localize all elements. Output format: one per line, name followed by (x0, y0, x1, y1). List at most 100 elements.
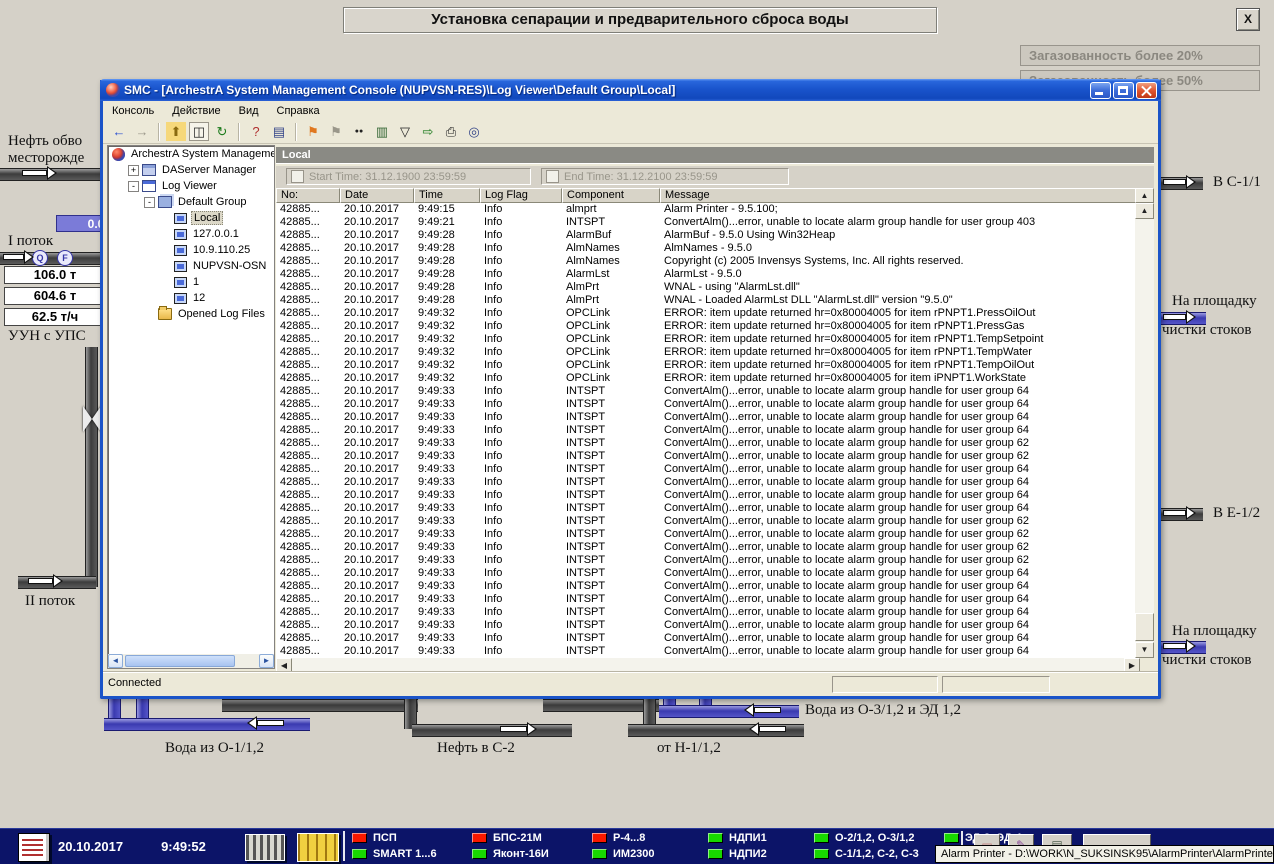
filter-icon[interactable]: ▽ (395, 122, 415, 141)
log-row[interactable]: 42885...20.10.20179:49:33InfoINTSPTConve… (276, 463, 1140, 476)
log-row[interactable]: 42885...20.10.20179:49:33InfoINTSPTConve… (276, 502, 1140, 515)
tree-item[interactable]: 127.0.0.1 (108, 226, 274, 242)
find-icon[interactable]: ●● (349, 122, 369, 141)
log-row[interactable]: 42885...20.10.20179:49:33InfoINTSPTConve… (276, 476, 1140, 489)
tree-item[interactable]: NUPVSN-OSN (108, 258, 274, 274)
menu-item[interactable]: Вид (230, 103, 268, 119)
log-row[interactable]: 42885...20.10.20179:49:33InfoINTSPTConve… (276, 515, 1140, 528)
scroll-down-icon[interactable]: ▼ (1135, 642, 1154, 658)
log-row[interactable]: 42885...20.10.20179:49:33InfoINTSPTConve… (276, 450, 1140, 463)
close-button[interactable] (1136, 82, 1157, 99)
tree-item[interactable]: -Default Group (108, 194, 274, 210)
log-row[interactable]: 42885...20.10.20179:49:33InfoINTSPTConve… (276, 385, 1140, 398)
tree-horizontal-scrollbar[interactable]: ◄ ► (108, 654, 274, 668)
log-row[interactable]: 42885...20.10.20179:49:33InfoINTSPTConve… (276, 541, 1140, 554)
log-row[interactable]: 42885...20.10.20179:49:33InfoINTSPTConve… (276, 580, 1140, 593)
log-row[interactable]: 42885...20.10.20179:49:33InfoINTSPTConve… (276, 437, 1140, 450)
expand-icon[interactable]: + (128, 165, 139, 176)
column-header[interactable]: Component (562, 188, 660, 203)
up-level-icon[interactable]: ⬆ (166, 122, 186, 141)
tree-item[interactable]: 10.9.110.25 (108, 242, 274, 258)
tree-item[interactable]: ArchestrA System Managemen (108, 146, 274, 162)
log-row[interactable]: 42885...20.10.20179:49:33InfoINTSPTConve… (276, 567, 1140, 580)
column-header[interactable]: Log Flag (480, 188, 562, 203)
log-row[interactable]: 42885...20.10.20179:49:28InfoAlarmBufAla… (276, 229, 1140, 242)
maximize-button[interactable] (1113, 82, 1134, 99)
help-window-icon[interactable]: ? (246, 122, 266, 141)
start-time-checkbox[interactable] (291, 170, 304, 183)
log-row[interactable]: 42885...20.10.20179:49:32InfoOPCLinkERRO… (276, 320, 1140, 333)
log-row[interactable]: 42885...20.10.20179:49:28InfoAlmPrtWNAL … (276, 294, 1140, 307)
sort-top-icon[interactable]: ▲ (1135, 188, 1154, 203)
unmark-flag-icon[interactable]: ⚑ (326, 122, 346, 141)
smc-titlebar[interactable]: SMC - [ArchestrA System Management Conso… (100, 79, 1161, 101)
log-row[interactable]: 42885...20.10.20179:49:33InfoINTSPTConve… (276, 489, 1140, 502)
log-row[interactable]: 42885...20.10.20179:49:32InfoOPCLinkERRO… (276, 346, 1140, 359)
log-row[interactable]: 42885...20.10.20179:49:28InfoAlarmLstAla… (276, 268, 1140, 281)
log-row[interactable]: 42885...20.10.20179:49:15InfoalmprtAlarm… (276, 203, 1140, 216)
collapse-icon[interactable]: - (144, 197, 155, 208)
log-horizontal-scrollbar[interactable]: ◀ ▶ (276, 658, 1140, 672)
scroll-up-icon[interactable]: ▲ (1135, 203, 1154, 219)
tree-item[interactable]: Opened Log Files (108, 306, 274, 322)
panes-icon[interactable]: ▤ (269, 122, 289, 141)
menu-item[interactable]: Консоль (103, 103, 163, 119)
log-row[interactable]: 42885...20.10.20179:49:33InfoINTSPTConve… (276, 619, 1140, 632)
bars-panel-icon[interactable] (245, 834, 285, 861)
column-header[interactable]: Time (414, 188, 480, 203)
log-row[interactable]: 42885...20.10.20179:49:32InfoOPCLinkERRO… (276, 307, 1140, 320)
scroll-right-icon[interactable]: ► (259, 654, 274, 668)
scroll-thumb[interactable] (1135, 613, 1154, 641)
tree-item[interactable]: 1 (108, 274, 274, 290)
back-icon[interactable]: ← (109, 122, 129, 141)
end-time-checkbox[interactable] (546, 170, 559, 183)
log-row[interactable]: 42885...20.10.20179:49:33InfoINTSPTConve… (276, 554, 1140, 567)
tree-item[interactable]: -Log Viewer (108, 178, 274, 194)
log-row[interactable]: 42885...20.10.20179:49:28InfoAlmPrtWNAL … (276, 281, 1140, 294)
forward-icon[interactable]: → (132, 122, 152, 141)
cabinet-panel-icon[interactable] (297, 833, 339, 862)
log-row[interactable]: 42885...20.10.20179:49:32InfoOPCLinkERRO… (276, 359, 1140, 372)
tree-item[interactable]: Local (108, 210, 274, 226)
messages-icon[interactable]: ▥ (372, 122, 392, 141)
log-row[interactable]: 42885...20.10.20179:49:33InfoINTSPTConve… (276, 632, 1140, 645)
column-header[interactable]: Message (660, 188, 1140, 203)
end-time-filter[interactable]: End Time: 31.12.2100 23:59:59 (541, 168, 789, 185)
log-row[interactable]: 42885...20.10.20179:49:33InfoINTSPTConve… (276, 593, 1140, 606)
log-row[interactable]: 42885...20.10.20179:49:28InfoAlmNamesCop… (276, 255, 1140, 268)
mark-flag-icon[interactable]: ⚑ (303, 122, 323, 141)
tree-item[interactable]: 12 (108, 290, 274, 306)
log-row[interactable]: 42885...20.10.20179:49:33InfoINTSPTConve… (276, 528, 1140, 541)
log-row[interactable]: 42885...20.10.20179:49:32InfoOPCLinkERRO… (276, 372, 1140, 385)
log-row[interactable]: 42885...20.10.20179:49:28InfoAlmNamesAlm… (276, 242, 1140, 255)
menu-item[interactable]: Справка (268, 103, 329, 119)
menu-item[interactable]: Действие (163, 103, 229, 119)
report-printer-icon[interactable] (18, 833, 50, 862)
print-icon[interactable]: ⎙ (441, 122, 461, 141)
log-vertical-scrollbar[interactable]: ▲ ▲ ▼ (1135, 203, 1154, 658)
scroll-left-icon[interactable]: ◄ (108, 654, 123, 668)
scroll-left-icon[interactable]: ◀ (276, 658, 292, 672)
tree-item[interactable]: +DAServer Manager (108, 162, 274, 178)
log-row[interactable]: 42885...20.10.20179:49:32InfoOPCLinkERRO… (276, 333, 1140, 346)
show-tree-icon[interactable]: ◫ (189, 122, 209, 141)
log-row[interactable]: 42885...20.10.20179:49:33InfoINTSPTConve… (276, 398, 1140, 411)
refresh-icon[interactable]: ↻ (212, 122, 232, 141)
log-row[interactable]: 42885...20.10.20179:49:33InfoINTSPTConve… (276, 645, 1140, 658)
log-cell: 9:49:33 (414, 411, 480, 424)
minimize-button[interactable] (1090, 82, 1111, 99)
scroll-right-icon[interactable]: ▶ (1124, 658, 1140, 672)
column-header[interactable]: Date (340, 188, 414, 203)
preview-icon[interactable]: ◎ (464, 122, 484, 141)
scada-close-button[interactable]: X (1236, 8, 1260, 31)
column-header[interactable]: No: (276, 188, 340, 203)
log-row[interactable]: 42885...20.10.20179:49:33InfoINTSPTConve… (276, 606, 1140, 619)
export-icon[interactable]: ⇨ (418, 122, 438, 141)
collapse-icon[interactable]: - (128, 181, 139, 192)
valve-icon[interactable] (83, 406, 101, 432)
log-row[interactable]: 42885...20.10.20179:49:21InfoINTSPTConve… (276, 216, 1140, 229)
log-row[interactable]: 42885...20.10.20179:49:33InfoINTSPTConve… (276, 424, 1140, 437)
scroll-thumb[interactable] (125, 655, 235, 667)
log-row[interactable]: 42885...20.10.20179:49:33InfoINTSPTConve… (276, 411, 1140, 424)
start-time-filter[interactable]: Start Time: 31.12.1900 23:59:59 (286, 168, 531, 185)
